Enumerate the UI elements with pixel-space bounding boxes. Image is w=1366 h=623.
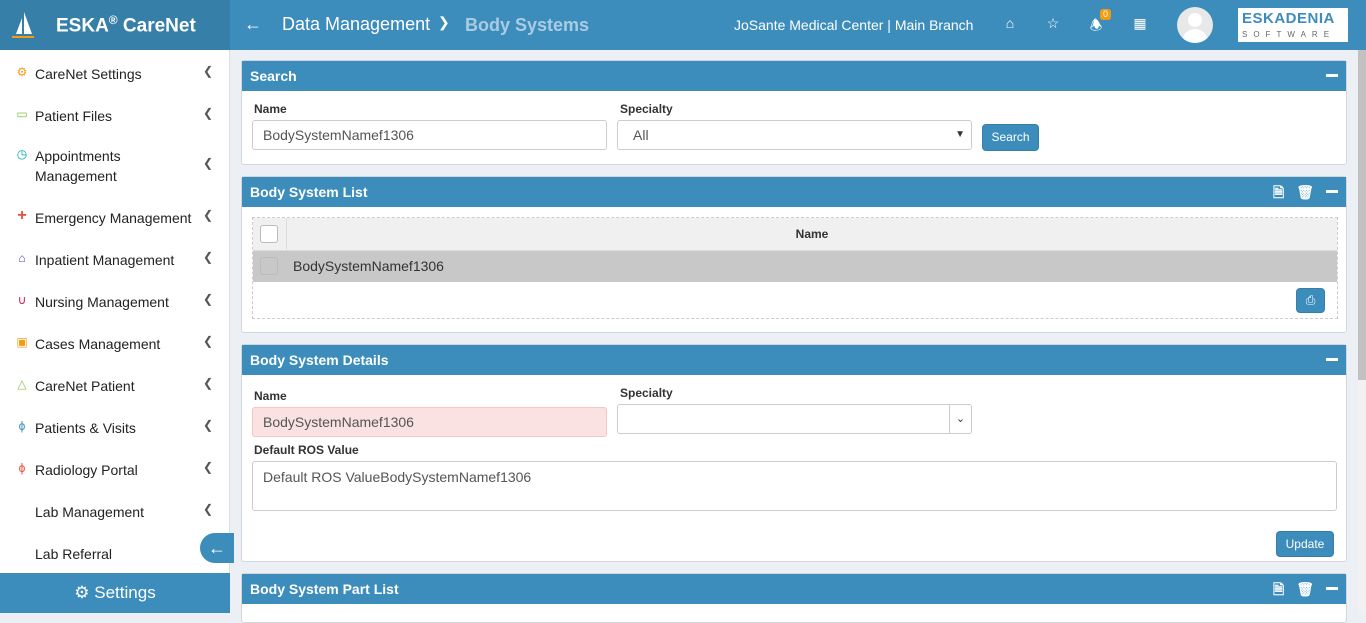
print-icon: ⎙ xyxy=(1305,293,1316,307)
details-panel-header: Body System Details xyxy=(242,345,1346,375)
column-header-name[interactable]: Name xyxy=(253,227,1366,241)
details-name-input[interactable]: BodySystemNamef1306 xyxy=(252,407,607,437)
search-button[interactable]: Search xyxy=(982,124,1039,151)
body-system-part-list-panel: Body System Part List 🗎 🗑 xyxy=(241,573,1347,623)
top-navbar: ESKA® CareNet ← Data Management ❯ Body S… xyxy=(0,0,1366,50)
row-name-cell: BodySystemNamef1306 xyxy=(293,258,444,274)
default-ros-textarea[interactable]: Default ROS ValueBodySystemNamef1306 xyxy=(252,461,1337,511)
file-icon[interactable]: 🗎 xyxy=(1273,177,1284,207)
user-avatar[interactable] xyxy=(1177,7,1213,43)
chevron-left-icon: ❮ xyxy=(203,250,214,264)
file-icon[interactable]: 🗎 xyxy=(1273,574,1284,604)
sidebar: ⚙ CareNet Settings ❮ ▭ Patient Files ❮ ◷… xyxy=(0,50,230,613)
chevron-left-icon: ❮ xyxy=(203,156,214,170)
flask-icon: △ xyxy=(17,377,27,391)
list-panel-header: Body System List 🗎 🗑 xyxy=(242,177,1346,207)
name-label: Name xyxy=(254,102,287,116)
sidebar-item-radiology[interactable]: ϕ Radiology Portal ❮ xyxy=(0,460,230,480)
table-row[interactable]: BodySystemNamef1306 xyxy=(253,251,1337,282)
sidebar-item-carenet-settings[interactable]: ⚙ CareNet Settings ❮ xyxy=(0,64,230,84)
sidebar-item-lab-management[interactable]: Lab Management ❮ xyxy=(0,502,230,522)
home-icon: ⌂ xyxy=(18,251,26,265)
trash-icon[interactable]: 🗑 xyxy=(1296,574,1314,604)
body-system-details-panel: Body System Details Name BodySystemNamef… xyxy=(241,344,1347,562)
chevron-left-icon: ❮ xyxy=(203,334,214,348)
chevron-left-icon: ❮ xyxy=(203,208,214,222)
clock-icon: ◷ xyxy=(16,147,28,161)
bolt-icon: ϕ xyxy=(18,461,26,475)
sidebar-item-appointments[interactable]: ◷ Appointments Management ❮ xyxy=(0,146,230,186)
trash-icon[interactable]: 🗑 xyxy=(1296,177,1314,207)
sidebar-item-nursing[interactable]: ∪ Nursing Management ❮ xyxy=(0,292,230,312)
body-system-list-panel: Body System List 🗎 🗑 Name BodySystemName… xyxy=(241,176,1347,333)
chevron-down-icon: ⌄ xyxy=(949,405,971,433)
chevron-left-icon: ❮ xyxy=(203,292,214,306)
app-name: ESKA® CareNet xyxy=(56,12,196,37)
sidebar-item-inpatient[interactable]: ⌂ Inpatient Management ❮ xyxy=(0,250,230,270)
chevron-left-icon: ❮ xyxy=(203,418,214,432)
main-content: Search Name BodySystemNamef1306 Specialt… xyxy=(230,50,1366,623)
breadcrumb-data-management[interactable]: Data Management xyxy=(282,14,430,35)
details-specialty-label: Specialty xyxy=(620,386,673,400)
search-name-input[interactable]: BodySystemNamef1306 xyxy=(252,120,607,150)
sidebar-item-emergency[interactable]: + Emergency Management ❮ xyxy=(0,207,230,228)
gear-icon: ⚙ xyxy=(74,583,90,602)
details-specialty-select[interactable]: ⌄ xyxy=(617,404,972,434)
bolt-icon: ϕ xyxy=(18,419,26,433)
body-system-table: Name BodySystemNamef1306 ⎙ xyxy=(252,217,1338,319)
scrollbar-thumb[interactable] xyxy=(1358,50,1366,380)
caret-down-icon: ▼ xyxy=(955,129,965,140)
collapse-minus-icon[interactable] xyxy=(1326,587,1338,590)
stethoscope-icon: ∪ xyxy=(17,293,27,307)
chevron-down-icon[interactable]: ❯ xyxy=(438,14,450,31)
plus-icon: + xyxy=(17,207,27,224)
chevron-left-icon: ❮ xyxy=(203,106,214,120)
part-list-panel-header: Body System Part List 🗎 🗑 xyxy=(242,574,1346,604)
details-name-label: Name xyxy=(254,389,287,403)
chevron-left-icon: ❮ xyxy=(203,502,214,516)
chevron-left-icon: ❮ xyxy=(203,376,214,390)
page-scrollbar[interactable] xyxy=(1358,50,1366,613)
home-icon[interactable]: ⌂ xyxy=(1000,15,1020,35)
collapse-sidebar-button[interactable]: ← xyxy=(200,533,234,563)
grid-icon[interactable]: ▦ xyxy=(1130,15,1150,35)
center-branch-name[interactable]: JoSante Medical Center | Main Branch xyxy=(734,17,973,33)
sidebar-item-patient-files[interactable]: ▭ Patient Files ❮ xyxy=(0,106,230,126)
folder-open-icon: ▭ xyxy=(16,107,28,121)
gear-icon: ⚙ xyxy=(16,65,28,79)
back-arrow-icon[interactable]: ← xyxy=(244,14,262,35)
page-title: Body Systems xyxy=(465,15,590,35)
table-header: Name xyxy=(253,218,1337,251)
sailboat-logo-icon xyxy=(12,12,34,38)
specialty-select[interactable]: All ▼ xyxy=(617,120,972,150)
default-ros-label: Default ROS Value xyxy=(254,443,359,457)
settings-button[interactable]: ⚙ Settings xyxy=(0,573,230,613)
sidebar-item-patients-visits[interactable]: ϕ Patients & Visits ❮ xyxy=(0,418,230,438)
star-icon[interactable]: ☆ xyxy=(1043,15,1063,35)
specialty-label: Specialty xyxy=(620,102,673,116)
search-panel: Search Name BodySystemNamef1306 Specialt… xyxy=(241,60,1347,165)
app-logo[interactable]: ESKA® CareNet xyxy=(0,0,230,50)
search-panel-header: Search xyxy=(242,61,1346,91)
collapse-minus-icon[interactable] xyxy=(1326,190,1338,193)
collapse-minus-icon[interactable] xyxy=(1326,358,1338,361)
company-logo: ESKADENIA SOFTWARE xyxy=(1237,7,1349,43)
notification-badge: 0 xyxy=(1100,9,1112,20)
chevron-left-icon: ❮ xyxy=(203,64,214,78)
sidebar-item-lab-referral[interactable]: Lab Referral xyxy=(0,544,230,564)
row-checkbox[interactable] xyxy=(260,257,278,275)
image-icon: ▣ xyxy=(16,335,28,349)
collapse-minus-icon[interactable] xyxy=(1326,74,1338,77)
chevron-left-icon: ❮ xyxy=(203,460,214,474)
sidebar-item-carenet-patient[interactable]: △ CareNet Patient ❮ xyxy=(0,376,230,396)
print-button[interactable]: ⎙ xyxy=(1296,288,1325,313)
update-button[interactable]: Update xyxy=(1276,531,1334,557)
sidebar-item-cases[interactable]: ▣ Cases Management ❮ xyxy=(0,334,230,354)
